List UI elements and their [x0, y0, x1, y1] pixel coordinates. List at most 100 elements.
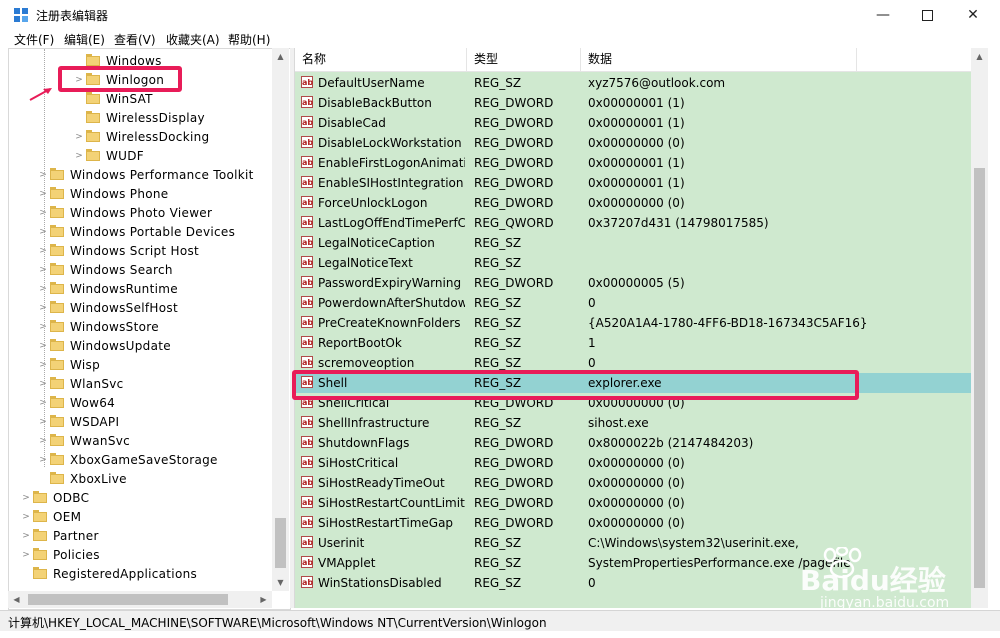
- tree-item-label: WinSAT: [106, 91, 153, 106]
- tree-vertical-scrollbar[interactable]: ▲ ▼: [272, 48, 289, 591]
- maximize-button[interactable]: [904, 0, 950, 30]
- scroll-up-icon[interactable]: ▲: [272, 48, 289, 65]
- tree-item[interactable]: > Windows Portable Devices: [36, 222, 235, 241]
- tree-item[interactable]: > ODBC: [19, 488, 89, 507]
- key-tree[interactable]: Windows > Winlogon WinSAT WirelessDisplay > Wi…: [8, 48, 291, 610]
- table-row[interactable]: ab SiHostReadyTimeOut REG_DWORD 0x00000000 …: [295, 473, 972, 493]
- table-row[interactable]: ab PasswordExpiryWarning REG_DWORD 0x000000…: [295, 273, 972, 293]
- table-row[interactable]: ab DisableCad REG_DWORD 0x00000001 (1): [295, 113, 972, 133]
- tree-item[interactable]: > WindowsRuntime: [36, 279, 178, 298]
- table-row[interactable]: ab LegalNoticeCaption REG_SZ: [295, 233, 972, 253]
- value-data: 0x00000000 (0): [588, 476, 685, 490]
- expand-arrow-icon[interactable]: >: [72, 132, 86, 142]
- column-data[interactable]: 数据: [581, 48, 857, 71]
- expand-arrow-icon[interactable]: >: [36, 341, 50, 351]
- table-row[interactable]: ab DefaultUserName REG_SZ xyz7576@outlook.c…: [295, 73, 972, 93]
- table-row[interactable]: ab ReportBootOk REG_SZ 1: [295, 333, 972, 353]
- expand-arrow-icon[interactable]: >: [19, 493, 33, 503]
- expand-arrow-icon[interactable]: >: [36, 417, 50, 427]
- expand-arrow-icon[interactable]: >: [36, 360, 50, 370]
- close-button[interactable]: ✕: [950, 0, 996, 30]
- tree-item[interactable]: > Windows Performance Toolkit: [36, 165, 254, 184]
- table-row[interactable]: ab SiHostCritical REG_DWORD 0x00000000 (0): [295, 453, 972, 473]
- expand-arrow-icon[interactable]: >: [36, 265, 50, 275]
- tree-item[interactable]: XboxLive: [36, 469, 127, 488]
- scroll-right-icon[interactable]: ▶: [255, 591, 272, 608]
- tree-item[interactable]: > Windows Phone: [36, 184, 168, 203]
- minimize-button[interactable]: —: [860, 0, 906, 30]
- table-row[interactable]: ab DisableBackButton REG_DWORD 0x00000001 (…: [295, 93, 972, 113]
- expand-arrow-icon[interactable]: >: [36, 246, 50, 256]
- table-row[interactable]: ab SiHostRestartTimeGap REG_DWORD 0x0000000…: [295, 513, 972, 533]
- value-type: REG_SZ: [474, 316, 522, 330]
- minimize-icon: —: [876, 7, 890, 23]
- tree-item[interactable]: > WindowsStore: [36, 317, 159, 336]
- menu-favorites[interactable]: 收藏夹(A): [166, 31, 220, 48]
- tree-item[interactable]: > Windows Search: [36, 260, 173, 279]
- list-vertical-scrollbar[interactable]: ▲: [971, 48, 988, 608]
- menu-view[interactable]: 查看(V): [114, 31, 156, 48]
- tree-hscroll-thumb[interactable]: [28, 594, 228, 605]
- list-scroll-up-icon[interactable]: ▲: [971, 48, 988, 65]
- tree-item[interactable]: > OEM: [19, 507, 81, 526]
- tree-item[interactable]: > Wisp: [36, 355, 100, 374]
- expand-arrow-icon[interactable]: >: [36, 208, 50, 218]
- table-row[interactable]: ab EnableSIHostIntegration REG_DWORD 0x0000…: [295, 173, 972, 193]
- expand-arrow-icon[interactable]: >: [36, 284, 50, 294]
- expand-arrow-icon[interactable]: >: [36, 436, 50, 446]
- expand-arrow-icon[interactable]: >: [36, 189, 50, 199]
- table-row[interactable]: ab LegalNoticeText REG_SZ: [295, 253, 972, 273]
- expand-arrow-icon[interactable]: >: [36, 227, 50, 237]
- tree-item[interactable]: > Policies: [19, 545, 100, 564]
- scroll-down-icon[interactable]: ▼: [272, 574, 289, 591]
- expand-arrow-icon[interactable]: >: [36, 303, 50, 313]
- tree-item[interactable]: > Wow64: [36, 393, 115, 412]
- expand-arrow-icon[interactable]: >: [36, 398, 50, 408]
- tree-item[interactable]: RegisteredApplications: [19, 564, 197, 583]
- table-row[interactable]: ab SiHostRestartCountLimit REG_DWORD 0x0000…: [295, 493, 972, 513]
- tree-item[interactable]: > WwanSvc: [36, 431, 130, 450]
- expand-arrow-icon[interactable]: >: [36, 322, 50, 332]
- value-type: REG_DWORD: [474, 516, 554, 530]
- column-name[interactable]: 名称: [295, 48, 467, 71]
- menu-help[interactable]: 帮助(H): [228, 31, 270, 48]
- expand-arrow-icon[interactable]: >: [19, 512, 33, 522]
- scroll-left-icon[interactable]: ◀: [8, 591, 25, 608]
- tree-item[interactable]: > WlanSvc: [36, 374, 124, 393]
- menu-file[interactable]: 文件(F): [14, 31, 54, 48]
- expand-arrow-icon[interactable]: >: [19, 531, 33, 541]
- column-type[interactable]: 类型: [467, 48, 581, 71]
- tree-item[interactable]: > Windows Photo Viewer: [36, 203, 212, 222]
- tree-item[interactable]: > WindowsUpdate: [36, 336, 171, 355]
- tree-item[interactable]: > WSDAPI: [36, 412, 119, 431]
- tree-item[interactable]: > XboxGameSaveStorage: [36, 450, 218, 469]
- menu-edit[interactable]: 编辑(E): [64, 31, 105, 48]
- table-row[interactable]: ab EnableFirstLogonAnimati... REG_DWORD 0x0…: [295, 153, 972, 173]
- tree-horizontal-scrollbar[interactable]: ◀ ▶: [8, 591, 272, 608]
- tree-scroll-thumb[interactable]: [275, 518, 286, 568]
- table-row[interactable]: ab ForceUnlockLogon REG_DWORD 0x00000000 (0…: [295, 193, 972, 213]
- expand-arrow-icon[interactable]: >: [19, 550, 33, 560]
- expand-arrow-icon[interactable]: >: [36, 170, 50, 180]
- tree-item[interactable]: WirelessDisplay: [72, 108, 205, 127]
- value-type: REG_DWORD: [474, 196, 554, 210]
- list-scroll-thumb[interactable]: [974, 168, 985, 588]
- table-row[interactable]: ab PowerdownAfterShutdown REG_SZ 0: [295, 293, 972, 313]
- table-row[interactable]: ab LastLogOffEndTimePerfC... REG_QWORD 0x37…: [295, 213, 972, 233]
- tree-item[interactable]: > WirelessDocking: [72, 127, 209, 146]
- tree-item[interactable]: > Partner: [19, 526, 99, 545]
- value-list[interactable]: 名称 类型 数据 ab DefaultUserName REG_SZ xyz7576@…: [294, 48, 972, 608]
- expand-arrow-icon[interactable]: >: [72, 151, 86, 161]
- table-row[interactable]: ab ShutdownFlags REG_DWORD 0x8000022b (2147…: [295, 433, 972, 453]
- table-row[interactable]: ab ShellInfrastructure REG_SZ sihost.exe: [295, 413, 972, 433]
- folder-icon: [86, 53, 100, 66]
- tree-item-label: WirelessDisplay: [106, 110, 205, 125]
- table-row[interactable]: ab PreCreateKnownFolders REG_SZ {A520A1A4-1…: [295, 313, 972, 333]
- expand-arrow-icon[interactable]: >: [36, 455, 50, 465]
- table-row[interactable]: ab DisableLockWorkstation REG_DWORD 0x00000…: [295, 133, 972, 153]
- tree-item-label: Windows Phone: [70, 186, 169, 201]
- tree-item[interactable]: > WUDF: [72, 146, 144, 165]
- tree-item[interactable]: > WindowsSelfHost: [36, 298, 178, 317]
- expand-arrow-icon[interactable]: >: [36, 379, 50, 389]
- tree-item[interactable]: > Windows Script Host: [36, 241, 199, 260]
